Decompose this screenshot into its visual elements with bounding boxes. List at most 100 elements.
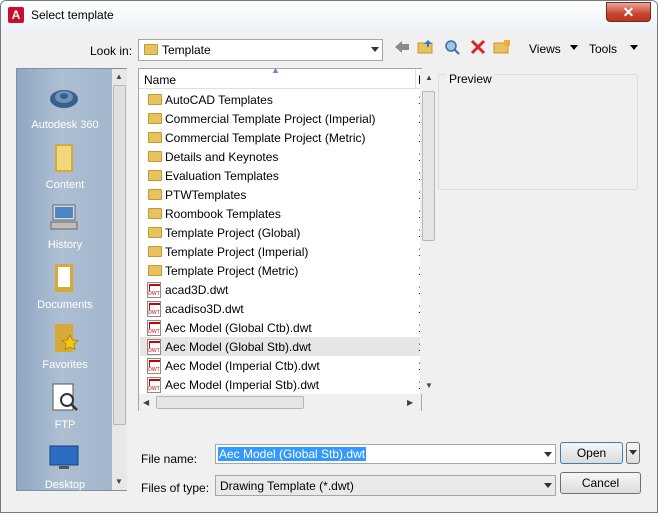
look-in-value: Template (162, 43, 211, 57)
dwt-file-icon: DWT (147, 320, 161, 336)
delete-button[interactable] (467, 39, 489, 59)
chevron-down-icon[interactable] (544, 452, 552, 457)
title-bar: A Select template ✕ (1, 1, 657, 31)
list-item-name: Aec Model (Global Stb).dwt (165, 340, 312, 354)
file-list-vertical-scrollbar[interactable]: ▲ ▼ (420, 69, 437, 394)
desktop-icon (49, 445, 79, 469)
views-chevron-down-icon[interactable] (570, 45, 578, 50)
autocad-app-icon: A (8, 7, 24, 23)
list-item[interactable]: Template Project (Global) 1 (140, 223, 425, 242)
file-list: ▲ Name D AutoCAD Templates 1 Commercial … (138, 65, 437, 411)
list-item[interactable]: Template Project (Metric) 1 (140, 261, 425, 280)
list-item[interactable]: DWT acadiso3D.dwt 1 (140, 299, 425, 318)
file-list-horizontal-scrollbar[interactable]: ◀ ▶ (139, 394, 421, 411)
scroll-down-arrow-icon[interactable]: ▼ (425, 381, 433, 390)
list-item[interactable]: DWT Aec Model (Global Ctb).dwt 1 (140, 318, 425, 337)
place-label: FTP (54, 419, 76, 431)
place-content[interactable]: Content (17, 139, 113, 199)
folder-icon (148, 170, 162, 181)
column-header-name[interactable]: Name (144, 73, 176, 87)
files-of-type-value: Drawing Template (*.dwt) (220, 479, 354, 493)
create-folder-button[interactable] (491, 39, 513, 59)
list-item[interactable]: DWT Aec Model (Imperial Stb).dwt 1 (140, 375, 425, 394)
scroll-up-arrow-icon[interactable]: ▲ (425, 73, 433, 82)
look-in-label: Look in: (90, 44, 133, 58)
chevron-down-icon (544, 483, 552, 488)
list-item[interactable]: Details and Keynotes 1 (140, 147, 425, 166)
places-scrollbar[interactable]: ▲ ▼ (112, 69, 127, 490)
list-item[interactable]: DWT Aec Model (Imperial Ctb).dwt 1 (140, 356, 425, 375)
list-item[interactable]: DWT acad3D.dwt 1 (140, 280, 425, 299)
folder-icon (148, 189, 162, 200)
folder-up-icon (417, 40, 433, 54)
list-item-name: PTWTemplates (165, 188, 247, 202)
places-scroll-thumb[interactable] (113, 85, 126, 425)
place-label: Documents (37, 299, 93, 311)
cancel-button[interactable]: Cancel (560, 472, 641, 494)
place-documents[interactable]: Documents (17, 259, 113, 319)
list-item[interactable]: AutoCAD Templates 1 (140, 90, 425, 109)
place-history[interactable]: History (17, 199, 113, 259)
place-autodesk-360[interactable]: Autodesk 360 (17, 79, 113, 139)
list-item-name: Evaluation Templates (165, 169, 279, 183)
window-title: Select template (31, 8, 114, 22)
list-item[interactable]: Template Project (Imperial) 1 (140, 242, 425, 261)
documents-icon (55, 264, 73, 292)
scroll-down-arrow-icon[interactable]: ▼ (115, 477, 123, 486)
folder-icon (148, 132, 162, 143)
column-separator[interactable] (415, 69, 416, 89)
vertical-scroll-thumb[interactable] (422, 91, 435, 241)
tools-menu[interactable]: Tools (589, 42, 617, 56)
file-name-input[interactable]: Aec Model (Global Stb).dwt (215, 444, 556, 464)
folder-icon (148, 208, 162, 219)
folder-icon (144, 44, 158, 55)
file-name-label: File name: (141, 452, 198, 466)
folder-icon (148, 227, 162, 238)
place-desktop[interactable]: Desktop (17, 439, 113, 499)
close-button[interactable]: ✕ (606, 2, 651, 22)
autodesk-360-icon (50, 90, 78, 108)
scroll-up-arrow-icon[interactable]: ▲ (115, 72, 123, 81)
up-one-level-button[interactable] (415, 39, 437, 59)
list-item-name: acadiso3D.dwt (165, 302, 244, 316)
folder-icon (148, 265, 162, 276)
look-in-dropdown[interactable]: Template (138, 39, 383, 61)
open-options-button[interactable] (626, 442, 640, 464)
back-button[interactable] (391, 39, 413, 59)
list-item[interactable]: PTWTemplates 1 (140, 185, 425, 204)
list-item[interactable]: Roombook Templates 1 (140, 204, 425, 223)
favorites-icon (55, 324, 80, 352)
scroll-right-arrow-icon[interactable]: ▶ (407, 398, 413, 407)
place-label: Favorites (42, 359, 88, 371)
place-favorites[interactable]: Favorites (17, 319, 113, 379)
list-item[interactable]: Evaluation Templates 1 (140, 166, 425, 185)
new-folder-icon (493, 40, 510, 54)
dwt-file-icon: DWT (147, 339, 161, 355)
history-icon (50, 204, 78, 230)
preview-panel: Preview (438, 72, 638, 190)
search-web-button[interactable] (442, 39, 464, 59)
list-item-selected[interactable]: DWT Aec Model (Global Stb).dwt 1 (140, 337, 425, 356)
scroll-left-arrow-icon[interactable]: ◀ (143, 398, 149, 407)
list-item[interactable]: Commercial Template Project (Metric) 1 (140, 128, 425, 147)
place-label: Autodesk 360 (31, 119, 99, 131)
views-menu[interactable]: Views (529, 42, 561, 56)
list-item-name: Template Project (Global) (165, 226, 301, 240)
files-of-type-dropdown[interactable]: Drawing Template (*.dwt) (215, 475, 556, 496)
dwt-file-icon: DWT (147, 358, 161, 374)
list-item-name: Template Project (Imperial) (165, 245, 309, 259)
tools-chevron-down-icon[interactable] (630, 45, 638, 50)
place-ftp[interactable]: FTP (17, 379, 113, 439)
place-label: Desktop (44, 479, 86, 491)
folder-icon (148, 94, 162, 105)
horizontal-scroll-thumb[interactable] (156, 396, 304, 409)
chevron-down-icon (371, 47, 379, 52)
list-item[interactable]: Commercial Template Project (Imperial) 1 (140, 109, 425, 128)
file-name-value: Aec Model (Global Stb).dwt (218, 447, 367, 461)
open-button[interactable]: Open (560, 442, 623, 464)
list-item-name: Commercial Template Project (Imperial) (165, 112, 376, 126)
places-bar: Autodesk 360 Content History Documents F… (16, 68, 127, 491)
back-arrow-icon (395, 41, 409, 53)
place-label: Content (45, 179, 85, 191)
sort-ascending-icon: ▲ (271, 65, 280, 75)
